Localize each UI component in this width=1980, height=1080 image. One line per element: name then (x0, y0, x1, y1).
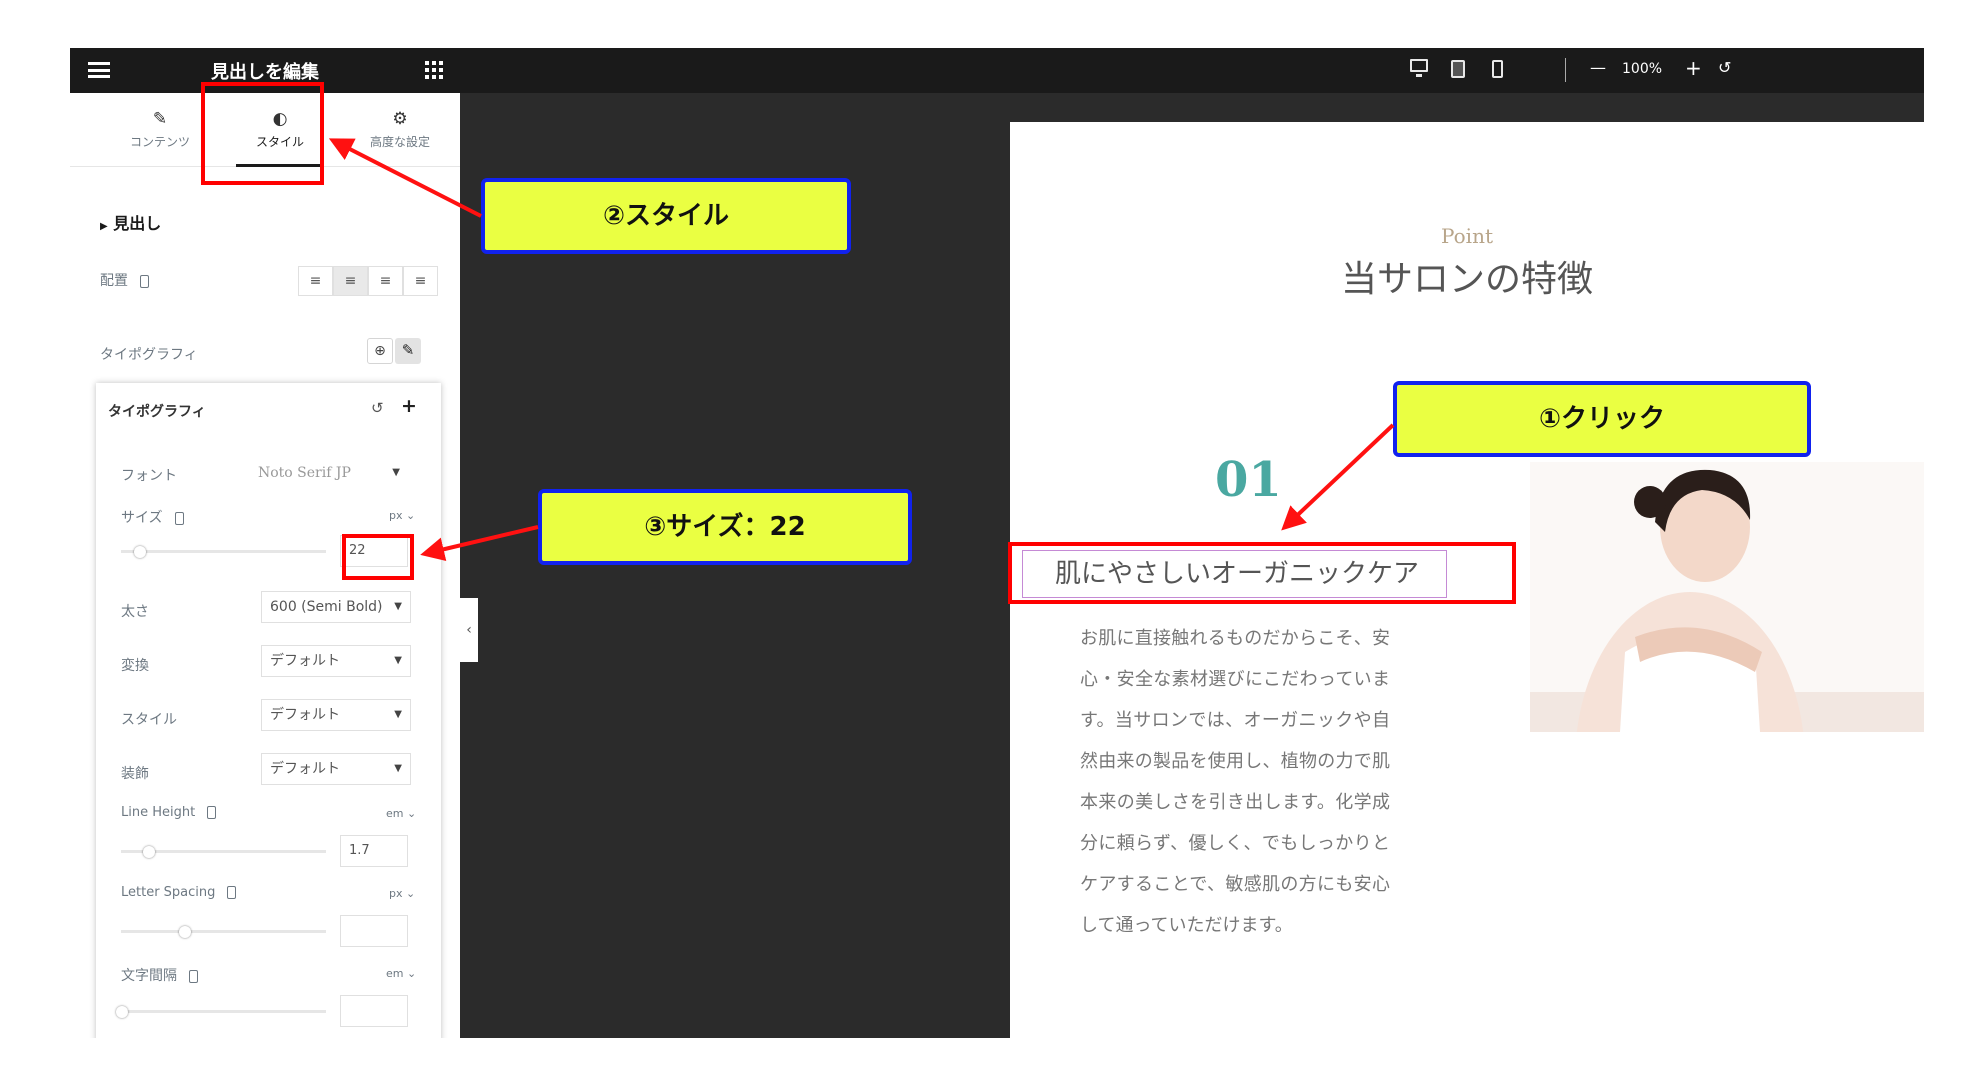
reset-icon[interactable]: ↺ (371, 399, 384, 417)
collapse-panel-button[interactable]: ‹ (460, 598, 478, 662)
letter-spacing-slider[interactable] (121, 930, 326, 933)
dropdown-icon: ▼ (394, 655, 402, 666)
caret-right-icon: ▶ (100, 221, 108, 232)
responsive-device-icon[interactable] (189, 969, 198, 983)
zoom-in-button[interactable]: + (1685, 56, 1702, 80)
dropdown-icon: ▼ (394, 601, 402, 612)
line-height-label: Line Height (121, 805, 217, 820)
edit-typography-icon[interactable]: ✎ (395, 338, 421, 364)
typography-popup-title: タイポグラフィ (108, 404, 206, 420)
callout-step2: ②スタイル (481, 178, 851, 254)
letter-spacing-unit-select[interactable]: px ⌄ (389, 887, 415, 900)
responsive-device-icon[interactable] (227, 886, 237, 899)
word-spacing-slider-handle[interactable] (116, 1006, 128, 1018)
word-spacing-slider[interactable] (121, 1010, 326, 1013)
desktop-view-icon[interactable] (1410, 59, 1428, 77)
section-eyebrow: Point (1440, 224, 1493, 248)
global-icon[interactable]: ⊕ (367, 338, 393, 364)
add-icon[interactable]: + (401, 395, 417, 417)
align-right-button[interactable]: ≡ (368, 266, 403, 296)
section-heading-label: 見出し (113, 214, 162, 233)
decoration-label: 装飾 (121, 766, 149, 782)
size-slider-handle[interactable] (134, 546, 146, 558)
align-left-button[interactable]: ≡ (298, 266, 333, 296)
line-height-unit-select[interactable]: em ⌄ (386, 807, 416, 820)
zoom-level: 100% (1622, 61, 1663, 77)
font-select[interactable]: Noto Serif JP ▼ (258, 465, 408, 481)
font-label: フォント (121, 468, 177, 484)
responsive-device-icon[interactable] (174, 511, 184, 525)
highlight-heading (1008, 542, 1516, 604)
panel-title: 見出しを編集 (211, 62, 319, 83)
typography-popup: タイポグラフィ ↺ + フォント Noto Serif JP ▼ サイズ px ⌄… (96, 383, 441, 1038)
weight-select[interactable]: 600 (Semi Bold) ▼ (261, 591, 411, 623)
responsive-device-icon[interactable] (140, 274, 149, 288)
tab-advanced-label: 高度な設定 (369, 135, 430, 149)
alignment-label: 配置 (100, 270, 149, 290)
style-select[interactable]: デフォルト ▼ (261, 699, 411, 731)
callout-step3: ③サイズ：22 (538, 489, 912, 565)
callout-step1: ①クリック (1393, 381, 1811, 457)
toolbar-divider (1565, 58, 1566, 82)
dropdown-icon: ▼ (394, 709, 402, 720)
responsive-device-icon[interactable] (207, 806, 217, 819)
transform-label: 変換 (121, 658, 149, 674)
dropdown-icon: ▼ (392, 467, 400, 478)
widgets-grid-icon[interactable] (425, 61, 443, 79)
alignment-control: ≡ ≡ ≡ ≡ (298, 266, 438, 296)
reset-zoom-icon[interactable]: ↺ (1718, 58, 1731, 77)
word-spacing-input[interactable] (340, 995, 408, 1027)
dropdown-icon: ▼ (394, 763, 402, 774)
highlight-size-input (342, 534, 414, 580)
line-height-input[interactable]: 1.7 (340, 835, 408, 867)
gear-icon: ⚙ (392, 109, 408, 129)
section-toggle-heading[interactable]: ▶ 見出し (100, 210, 161, 234)
highlight-style-tab (201, 82, 324, 185)
typography-label: タイポグラフィ (100, 347, 198, 363)
line-height-slider-handle[interactable] (143, 846, 155, 858)
section-title: 当サロンの特徴 (1340, 259, 1593, 300)
transform-select[interactable]: デフォルト ▼ (261, 645, 411, 677)
feature-number: 01 (1215, 452, 1282, 508)
feature-body: お肌に直接触れるものだからこそ、安心・安全な素材選びにこだわっています。当サロン… (1080, 628, 1390, 936)
size-label: サイズ (121, 507, 184, 527)
align-justify-button[interactable]: ≡ (403, 266, 438, 296)
size-slider[interactable] (121, 550, 326, 553)
weight-label: 太さ (121, 604, 149, 620)
tab-advanced[interactable]: ⚙ 高度な設定 (340, 93, 460, 167)
tab-content-label: コンテンツ (129, 135, 190, 149)
style-label: スタイル (121, 712, 177, 728)
word-spacing-label: 文字間隔 (121, 965, 198, 985)
tablet-view-icon[interactable] (1451, 60, 1465, 78)
mobile-view-icon[interactable] (1492, 60, 1503, 78)
align-center-button[interactable]: ≡ (333, 266, 368, 296)
decoration-select[interactable]: デフォルト ▼ (261, 753, 411, 785)
letter-spacing-input[interactable] (340, 915, 408, 947)
woman-photo (1530, 462, 1924, 732)
letter-spacing-label: Letter Spacing (121, 885, 237, 900)
letter-spacing-slider-handle[interactable] (179, 926, 191, 938)
word-spacing-unit-select[interactable]: em ⌄ (386, 967, 416, 980)
zoom-out-button[interactable]: — (1590, 58, 1606, 77)
canvas-toolbar: — 100% + ↺ (460, 48, 1924, 93)
size-unit-select[interactable]: px ⌄ (389, 509, 415, 522)
